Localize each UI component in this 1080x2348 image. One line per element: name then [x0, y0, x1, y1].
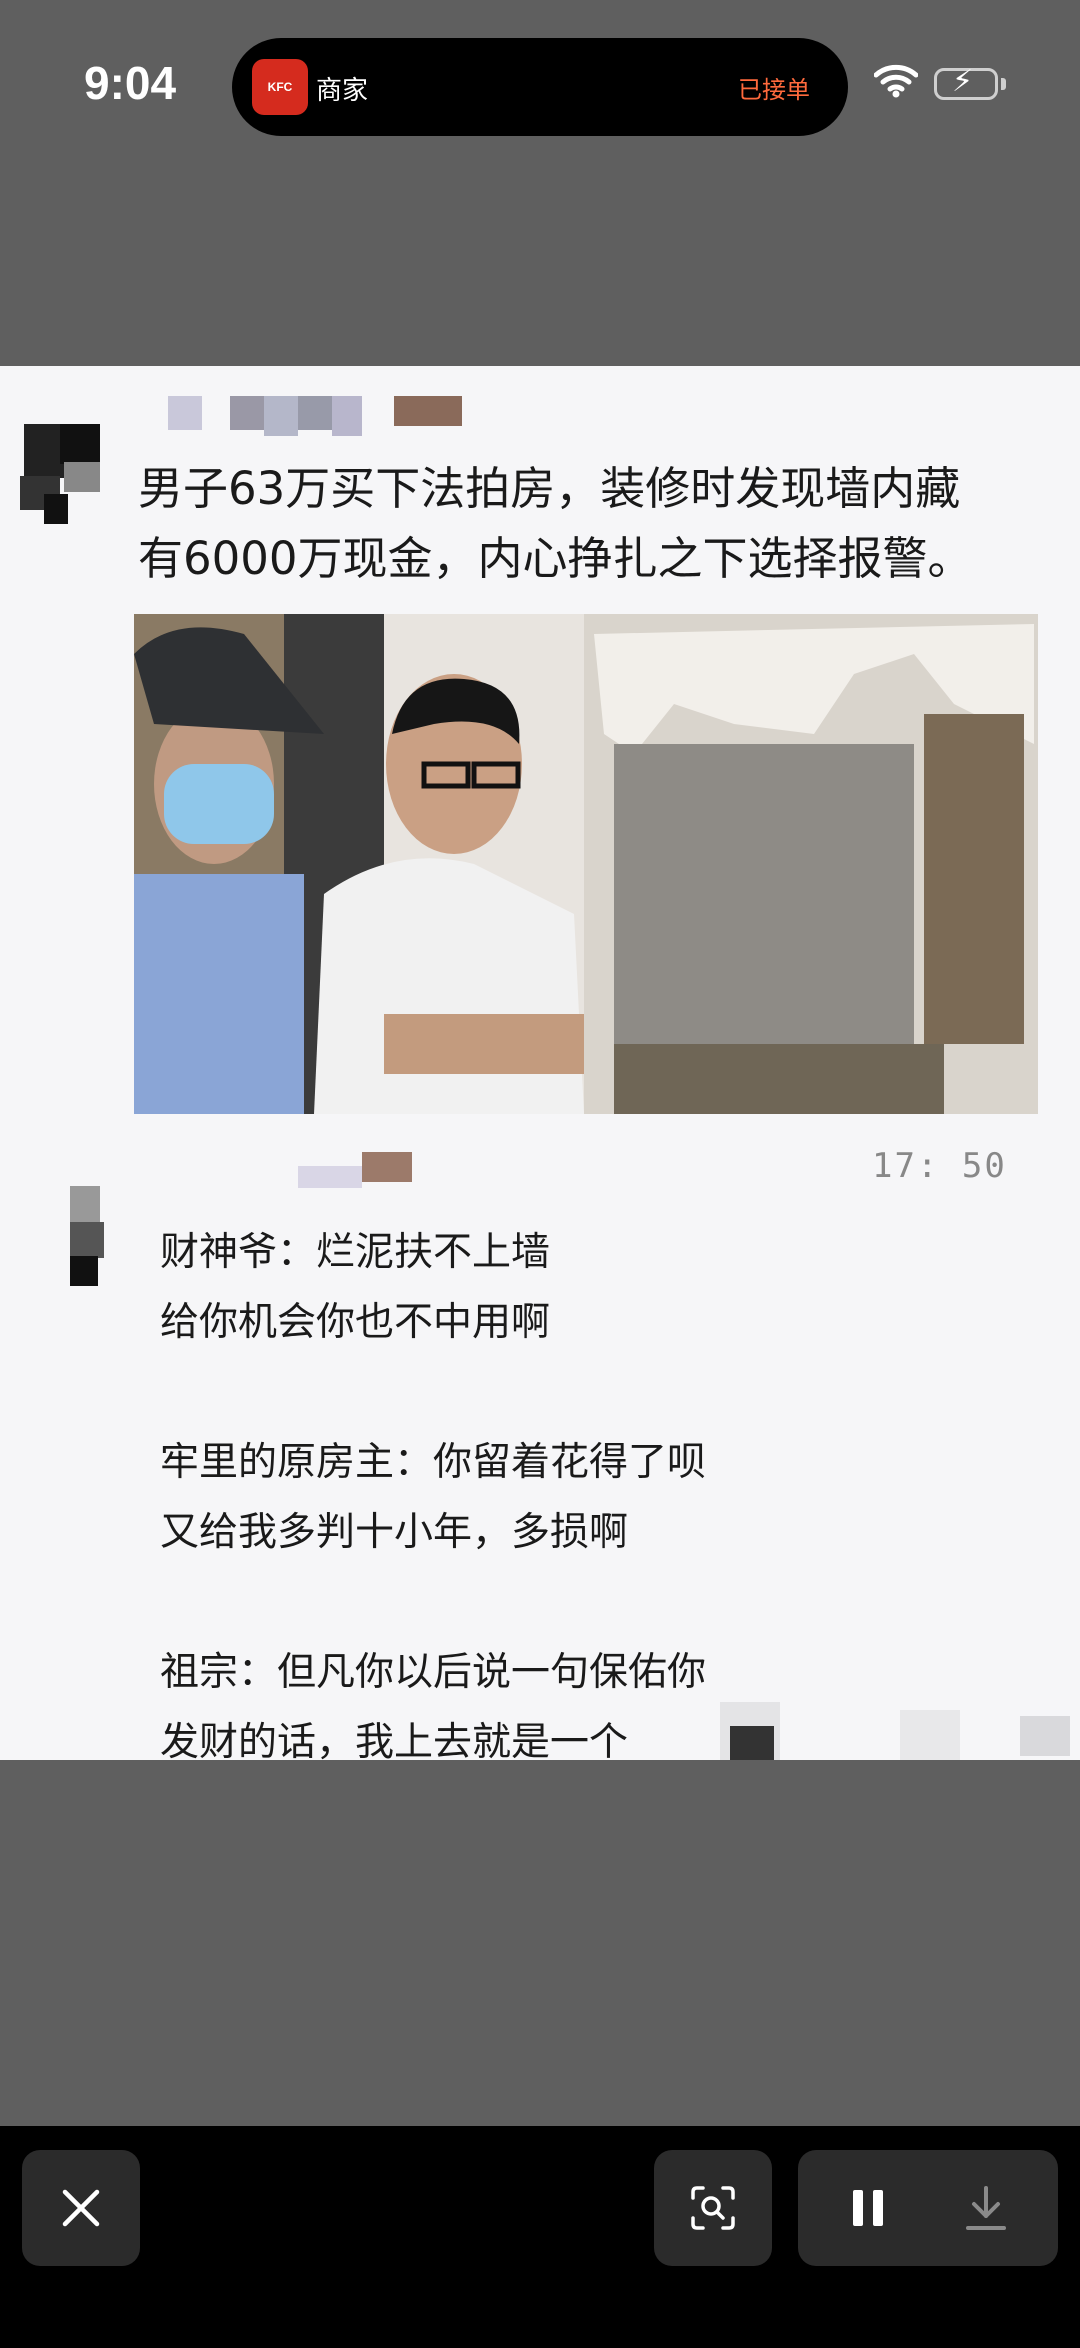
reply-line: 发财的话，我上去就是一个 — [160, 1720, 629, 1760]
reply-line: 祖宗：但凡你以后说一句保佑你 — [160, 1650, 707, 1695]
reply-line: 又给我多判十小年，多损啊 — [160, 1510, 629, 1555]
reply-line: 财神爷：烂泥扶不上墙 — [160, 1230, 551, 1275]
reply-text: 财神爷：烂泥扶不上墙 给你机会你也不中用啊 牢里的原房主：你留着花得了呗 又给我… — [160, 1218, 706, 1760]
download-button[interactable] — [956, 2178, 1016, 2238]
reply-line: 给你机会你也不中用啊 — [160, 1300, 551, 1345]
post-headline-line1: 男子63万买下法拍房，装修时发现墙内藏 — [138, 462, 961, 515]
status-time: 9:04 — [84, 57, 177, 109]
bottom-toolbar — [0, 2126, 1080, 2348]
status-bar: 9:04 KFC 商家 已接单 ⚡ — [0, 0, 1080, 176]
post-headline: 男子63万买下法拍房，装修时发现墙内藏 有6000万现金，内心挣扎之下选择报警。 — [138, 454, 1038, 594]
pause-icon — [853, 2190, 883, 2226]
close-icon — [62, 2189, 100, 2227]
kfc-icon: KFC — [252, 59, 308, 115]
charging-bolt-icon: ⚡ — [952, 64, 974, 99]
shared-image-content[interactable]: 男子63万买下法拍房，装修时发现墙内藏 有6000万现金，内心挣扎之下选择报警。… — [0, 366, 1080, 1760]
download-icon — [966, 2186, 1006, 2230]
news-photo-image[interactable] — [134, 614, 1038, 1114]
playback-control-group — [798, 2150, 1058, 2266]
battery-nub — [1001, 78, 1006, 90]
wifi-icon — [874, 64, 918, 98]
live-activity-app-name: 商家 — [316, 76, 369, 106]
dynamic-island-live-activity[interactable]: KFC 商家 已接单 — [232, 38, 848, 136]
visual-search-icon — [691, 2186, 735, 2230]
post-headline-line2: 有6000万现金，内心挣扎之下选择报警。 — [138, 532, 973, 585]
live-activity-status: 已接单 — [738, 76, 810, 104]
reply-line: 牢里的原房主：你留着花得了呗 — [160, 1440, 707, 1485]
close-button[interactable] — [22, 2150, 140, 2266]
visual-search-button[interactable] — [654, 2150, 772, 2266]
reply-timestamp: 17: 50 — [872, 1146, 1007, 1186]
pause-button[interactable] — [838, 2178, 898, 2238]
